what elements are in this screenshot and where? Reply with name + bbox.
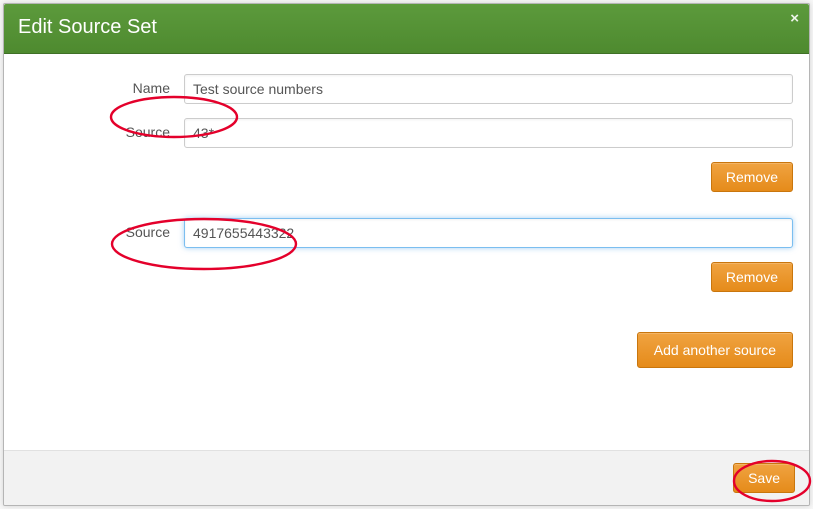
add-another-button[interactable]: Add another source [637, 332, 793, 368]
name-row: Name [14, 74, 799, 104]
remove-button-1[interactable]: Remove [711, 262, 793, 292]
remove-bar-0: Remove [14, 162, 799, 192]
source-row-1: Source [14, 218, 799, 248]
source-input-0[interactable] [184, 118, 793, 148]
source-label-0: Source [14, 118, 184, 140]
save-button[interactable]: Save [733, 463, 795, 493]
dialog-title: Edit Source Set [18, 16, 157, 38]
remove-bar-1: Remove [14, 262, 799, 292]
edit-source-set-dialog: Edit Source Set × Name Source Remove Sou… [3, 3, 810, 506]
dialog-footer: Save [4, 450, 809, 505]
source-label-1: Source [14, 218, 184, 240]
add-another-bar: Add another source [14, 332, 799, 368]
remove-button-0[interactable]: Remove [711, 162, 793, 192]
name-input[interactable] [184, 74, 793, 104]
close-icon[interactable]: × [790, 10, 799, 27]
dialog-header: Edit Source Set × [4, 4, 809, 54]
name-label: Name [14, 74, 184, 96]
dialog-body: Name Source Remove Source Remove Add ano… [4, 54, 809, 450]
source-input-1[interactable] [184, 218, 793, 248]
source-row-0: Source [14, 118, 799, 148]
